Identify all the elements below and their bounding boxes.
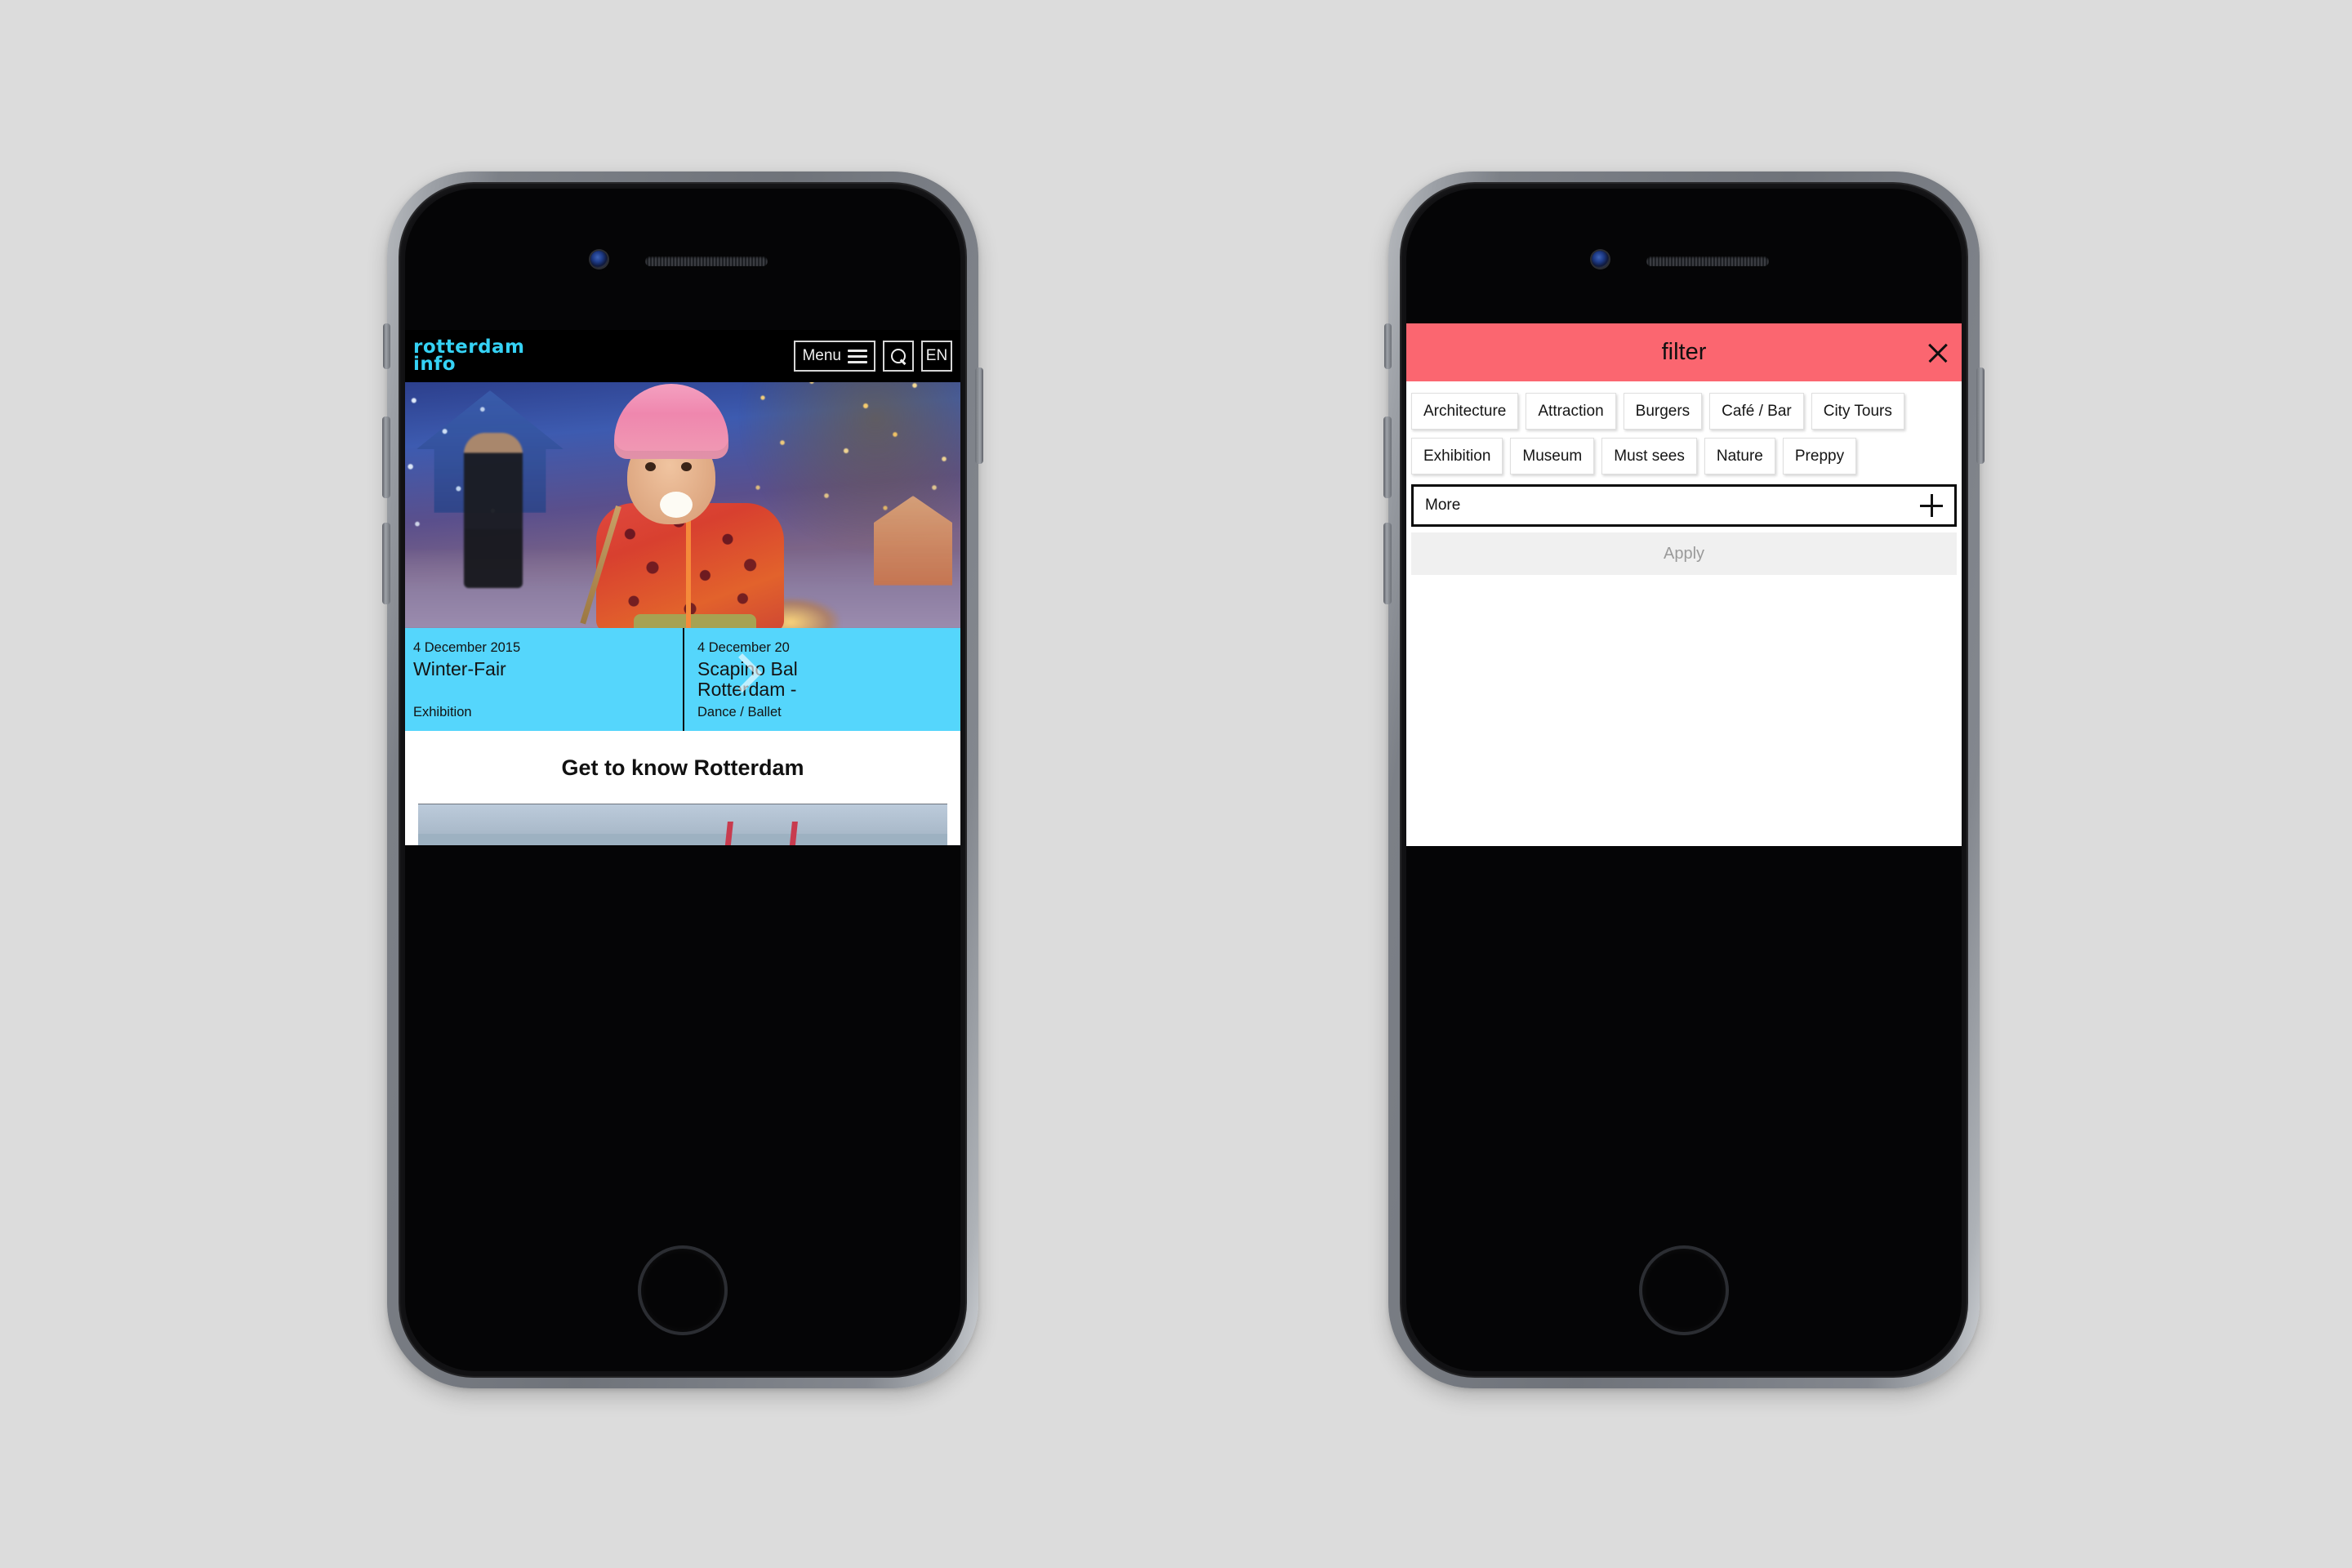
filter-panel: filter Architecture Attraction Burgers C… bbox=[1406, 323, 1962, 846]
volume-up-button[interactable] bbox=[382, 416, 390, 498]
phone-device-left: rotterdam info Menu EN 4 December 2015 W… bbox=[382, 172, 983, 1388]
willemsbrug-bridge bbox=[722, 822, 798, 845]
hero-girl-hat bbox=[614, 384, 728, 459]
phone-device-right: filter Architecture Attraction Burgers C… bbox=[1383, 172, 1984, 1388]
apply-label: Apply bbox=[1663, 544, 1705, 563]
skyline-water bbox=[418, 833, 947, 845]
menu-label: Menu bbox=[802, 347, 841, 364]
filter-header: filter bbox=[1406, 323, 1962, 381]
close-icon[interactable] bbox=[1926, 341, 1950, 365]
filter-tag-list: Architecture Attraction Burgers Café / B… bbox=[1406, 381, 1962, 474]
hero-background-person bbox=[464, 433, 523, 588]
hero-girl-pants bbox=[634, 614, 756, 628]
menu-button[interactable]: Menu bbox=[794, 341, 875, 372]
phone-bezel: filter Architecture Attraction Burgers C… bbox=[1400, 182, 1968, 1378]
silent-switch[interactable] bbox=[1384, 323, 1392, 369]
apply-button[interactable]: Apply bbox=[1411, 532, 1957, 575]
phone-bezel: rotterdam info Menu EN 4 December 2015 W… bbox=[399, 182, 967, 1378]
filter-tag-preppy[interactable]: Preppy bbox=[1782, 438, 1857, 474]
event-card[interactable]: 4 December 2015 Winter-Fair Exhibition bbox=[405, 628, 683, 731]
event-category: Exhibition bbox=[413, 705, 472, 719]
header-actions: Menu EN bbox=[794, 341, 952, 372]
power-button[interactable] bbox=[975, 368, 983, 464]
language-label: EN bbox=[925, 347, 948, 364]
screen-left: rotterdam info Menu EN 4 December 2015 W… bbox=[405, 330, 960, 845]
hero-girl-eye-left bbox=[645, 462, 656, 471]
power-button[interactable] bbox=[1976, 368, 1984, 464]
filter-tag-museum[interactable]: Museum bbox=[1510, 438, 1595, 474]
earpiece-speaker bbox=[1646, 256, 1769, 266]
home-button[interactable] bbox=[638, 1245, 728, 1335]
language-button[interactable]: EN bbox=[921, 341, 952, 372]
hamburger-icon bbox=[848, 349, 867, 363]
hero-girl-zipper bbox=[686, 506, 691, 628]
city-skyline-thumbnail[interactable] bbox=[418, 804, 947, 845]
volume-up-button[interactable] bbox=[1383, 416, 1392, 498]
phone-glass: filter Architecture Attraction Burgers C… bbox=[1406, 189, 1962, 1371]
more-label: More bbox=[1425, 497, 1461, 514]
filter-tag-architecture[interactable]: Architecture bbox=[1411, 393, 1519, 430]
skyline-sky bbox=[418, 804, 947, 834]
volume-down-button[interactable] bbox=[382, 523, 390, 604]
plus-icon bbox=[1920, 494, 1943, 517]
filter-tag-city-tours[interactable]: City Tours bbox=[1811, 393, 1904, 430]
filter-tag-must-sees[interactable]: Must sees bbox=[1601, 438, 1697, 474]
hero-marshmallow bbox=[660, 492, 693, 518]
front-camera-icon bbox=[590, 251, 608, 268]
filter-tag-cafe-bar[interactable]: Café / Bar bbox=[1709, 393, 1804, 430]
logo-line-2: info bbox=[413, 354, 457, 375]
home-button[interactable] bbox=[1639, 1245, 1729, 1335]
event-card-list: 4 December 2015 Winter-Fair Exhibition 4… bbox=[405, 628, 960, 731]
search-icon bbox=[890, 348, 906, 364]
phone-glass: rotterdam info Menu EN 4 December 2015 W… bbox=[405, 189, 960, 1371]
hero-girl-eye-right bbox=[681, 462, 692, 471]
screen-right: filter Architecture Attraction Burgers C… bbox=[1406, 323, 1962, 846]
front-camera-icon bbox=[1592, 251, 1609, 268]
filter-tag-nature[interactable]: Nature bbox=[1704, 438, 1775, 474]
more-filters-button[interactable]: More bbox=[1411, 484, 1957, 527]
event-category: Dance / Ballet bbox=[697, 705, 782, 719]
site-logo[interactable]: rotterdam info bbox=[413, 337, 525, 375]
event-title: Winter-Fair bbox=[413, 658, 506, 679]
filter-tag-attraction[interactable]: Attraction bbox=[1526, 393, 1616, 430]
event-date: 4 December 20 bbox=[697, 640, 790, 655]
volume-down-button[interactable] bbox=[1383, 523, 1392, 604]
canvas: rotterdam info Menu EN 4 December 2015 W… bbox=[0, 0, 2352, 1568]
hero-girl bbox=[580, 384, 840, 628]
event-date: 4 December 2015 bbox=[413, 640, 521, 655]
search-button[interactable] bbox=[883, 341, 914, 372]
filter-tag-exhibition[interactable]: Exhibition bbox=[1411, 438, 1503, 474]
get-to-know-section: Get to know Rotterdam bbox=[405, 731, 960, 845]
hero-image[interactable] bbox=[405, 382, 960, 628]
filter-title: filter bbox=[1661, 339, 1707, 365]
section-heading: Get to know Rotterdam bbox=[561, 755, 804, 780]
event-card[interactable]: 4 December 20 Scapino Bal Rotterdam - Da… bbox=[683, 628, 960, 731]
site-header: rotterdam info Menu EN bbox=[405, 330, 960, 382]
silent-switch[interactable] bbox=[383, 323, 390, 369]
filter-tag-burgers[interactable]: Burgers bbox=[1623, 393, 1703, 430]
earpiece-speaker bbox=[645, 256, 768, 266]
